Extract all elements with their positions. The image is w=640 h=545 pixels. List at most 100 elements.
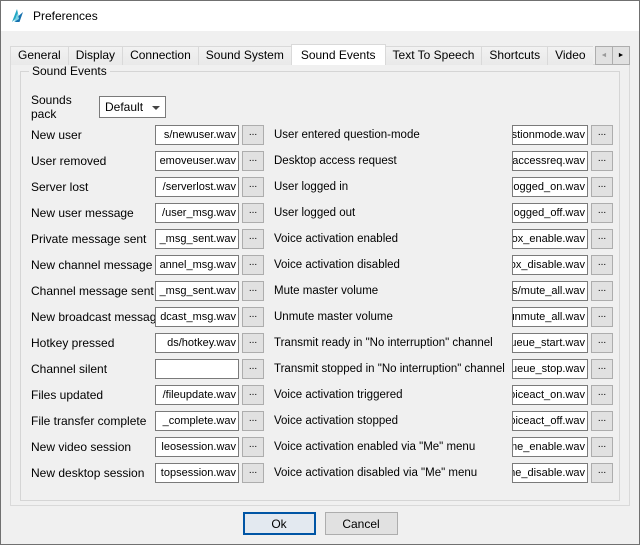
sound-event-row-voice-activation-enabled: Voice activation enabledox_enable.wav... bbox=[274, 226, 613, 252]
input-voice-activation-triggered[interactable]: oiceact_on.wav bbox=[512, 385, 588, 405]
tab-strip: GeneralDisplayConnectionSound SystemSoun… bbox=[10, 44, 593, 65]
input-voice-activation-disabled[interactable]: ox_disable.wav bbox=[512, 255, 588, 275]
label-user-entered-question-mode: User entered question-mode bbox=[274, 129, 512, 141]
input-unmute-master-volume[interactable]: unmute_all.wav bbox=[512, 307, 588, 327]
tab-scroll-buttons: ◄ ► bbox=[595, 46, 630, 65]
browse-button-voice-activation-disabled[interactable]: ... bbox=[591, 255, 613, 275]
tab-general[interactable]: General bbox=[10, 46, 69, 65]
sounds-pack-row: Sounds pack Default bbox=[31, 96, 609, 118]
browse-button-desktop-access-request[interactable]: ... bbox=[591, 151, 613, 171]
tab-scroll-left-icon[interactable]: ◄ bbox=[595, 46, 613, 65]
input-private-message-sent[interactable]: _msg_sent.wav bbox=[155, 229, 239, 249]
window-title: Preferences bbox=[33, 9, 98, 23]
input-server-lost[interactable]: /serverlost.wav bbox=[155, 177, 239, 197]
input-new-user-message[interactable]: /user_msg.wav bbox=[155, 203, 239, 223]
browse-button-voice-activation-stopped[interactable]: ... bbox=[591, 411, 613, 431]
sounds-pack-select[interactable]: Default bbox=[99, 96, 166, 118]
tab-text-to-speech[interactable]: Text To Speech bbox=[385, 46, 483, 65]
input-user-logged-in[interactable]: logged_on.wav bbox=[512, 177, 588, 197]
label-voice-activation-disabled: Voice activation disabled bbox=[274, 259, 512, 271]
tab-scroll-right-icon[interactable]: ► bbox=[612, 46, 630, 65]
titlebar[interactable]: Preferences bbox=[1, 1, 639, 31]
input-voice-activation-disabled-via-me-menu[interactable]: me_disable.wav bbox=[512, 463, 588, 483]
tab-sound-system[interactable]: Sound System bbox=[198, 46, 292, 65]
input-files-updated[interactable]: /fileupdate.wav bbox=[155, 385, 239, 405]
browse-button-hotkey-pressed[interactable]: ... bbox=[242, 333, 264, 353]
browse-button-private-message-sent[interactable]: ... bbox=[242, 229, 264, 249]
tab-video[interactable]: Video bbox=[547, 46, 593, 65]
input-new-channel-message[interactable]: annel_msg.wav bbox=[155, 255, 239, 275]
input-voice-activation-enabled[interactable]: ox_enable.wav bbox=[512, 229, 588, 249]
sound-events-groupbox: Sound Events Sounds pack Default New use… bbox=[20, 71, 620, 501]
browse-button-channel-silent[interactable]: ... bbox=[242, 359, 264, 379]
browse-button-files-updated[interactable]: ... bbox=[242, 385, 264, 405]
input-transmit-stopped-in-no-interruption-channel[interactable]: ueue_stop.wav bbox=[512, 359, 588, 379]
browse-button-new-broadcast-message[interactable]: ... bbox=[242, 307, 264, 327]
ok-button[interactable]: Ok bbox=[243, 512, 316, 535]
cancel-button[interactable]: Cancel bbox=[325, 512, 398, 535]
input-user-logged-out[interactable]: ogged_off.wav bbox=[512, 203, 588, 223]
browse-button-voice-activation-triggered[interactable]: ... bbox=[591, 385, 613, 405]
browse-button-user-removed[interactable]: ... bbox=[242, 151, 264, 171]
input-mute-master-volume[interactable]: s/mute_all.wav bbox=[512, 281, 588, 301]
browse-button-transmit-ready-in-no-interruption-channel[interactable]: ... bbox=[591, 333, 613, 353]
sound-event-row-new-video-session: New video sessionleosession.wav... bbox=[31, 434, 264, 460]
browse-button-new-desktop-session[interactable]: ... bbox=[242, 463, 264, 483]
input-desktop-access-request[interactable]: accessreq.wav bbox=[512, 151, 588, 171]
footer-buttons: Ok Cancel bbox=[1, 512, 639, 536]
browse-button-transmit-stopped-in-no-interruption-channel[interactable]: ... bbox=[591, 359, 613, 379]
label-mute-master-volume: Mute master volume bbox=[274, 285, 512, 297]
input-channel-silent[interactable] bbox=[155, 359, 239, 379]
label-new-user-message: New user message bbox=[31, 206, 155, 220]
browse-button-new-user-message[interactable]: ... bbox=[242, 203, 264, 223]
label-voice-activation-enabled: Voice activation enabled bbox=[274, 233, 512, 245]
label-new-channel-message: New channel message bbox=[31, 258, 155, 272]
label-voice-activation-stopped: Voice activation stopped bbox=[274, 415, 512, 427]
input-file-transfer-complete[interactable]: _complete.wav bbox=[155, 411, 239, 431]
browse-button-user-logged-out[interactable]: ... bbox=[591, 203, 613, 223]
browse-button-new-video-session[interactable]: ... bbox=[242, 437, 264, 457]
preferences-window: Preferences GeneralDisplayConnectionSoun… bbox=[0, 0, 640, 545]
label-user-logged-in: User logged in bbox=[274, 181, 512, 193]
input-transmit-ready-in-no-interruption-channel[interactable]: ueue_start.wav bbox=[512, 333, 588, 353]
label-desktop-access-request: Desktop access request bbox=[274, 155, 512, 167]
input-hotkey-pressed[interactable]: ds/hotkey.wav bbox=[155, 333, 239, 353]
browse-button-server-lost[interactable]: ... bbox=[242, 177, 264, 197]
browse-button-voice-activation-disabled-via-me-menu[interactable]: ... bbox=[591, 463, 613, 483]
sound-event-row-private-message-sent: Private message sent_msg_sent.wav... bbox=[31, 226, 264, 252]
sound-event-row-new-desktop-session: New desktop sessiontopsession.wav... bbox=[31, 460, 264, 486]
input-new-video-session[interactable]: leosession.wav bbox=[155, 437, 239, 457]
combo-dropdown-icon bbox=[152, 106, 160, 110]
input-new-desktop-session[interactable]: topsession.wav bbox=[155, 463, 239, 483]
sound-event-row-user-entered-question-mode: User entered question-modestionmode.wav.… bbox=[274, 122, 613, 148]
browse-button-voice-activation-enabled[interactable]: ... bbox=[591, 229, 613, 249]
input-channel-message-sent[interactable]: _msg_sent.wav bbox=[155, 281, 239, 301]
sound-event-row-voice-activation-stopped: Voice activation stoppedoiceact_off.wav.… bbox=[274, 408, 613, 434]
browse-button-file-transfer-complete[interactable]: ... bbox=[242, 411, 264, 431]
browse-button-user-entered-question-mode[interactable]: ... bbox=[591, 125, 613, 145]
group-content: Sounds pack Default New users/newuser.wa… bbox=[21, 72, 619, 486]
browse-button-mute-master-volume[interactable]: ... bbox=[591, 281, 613, 301]
input-voice-activation-stopped[interactable]: oiceact_off.wav bbox=[512, 411, 588, 431]
tab-connection[interactable]: Connection bbox=[122, 46, 199, 65]
sound-event-row-user-removed: User removedemoveuser.wav... bbox=[31, 148, 264, 174]
browse-button-new-channel-message[interactable]: ... bbox=[242, 255, 264, 275]
tab-shortcuts[interactable]: Shortcuts bbox=[481, 46, 548, 65]
tab-sound-events[interactable]: Sound Events bbox=[291, 44, 386, 65]
sound-event-row-new-broadcast-message: New broadcast messagedcast_msg.wav... bbox=[31, 304, 264, 330]
input-user-removed[interactable]: emoveuser.wav bbox=[155, 151, 239, 171]
tab-display[interactable]: Display bbox=[68, 46, 123, 65]
input-new-user[interactable]: s/newuser.wav bbox=[155, 125, 239, 145]
browse-button-voice-activation-enabled-via-me-menu[interactable]: ... bbox=[591, 437, 613, 457]
input-new-broadcast-message[interactable]: dcast_msg.wav bbox=[155, 307, 239, 327]
browse-button-unmute-master-volume[interactable]: ... bbox=[591, 307, 613, 327]
input-voice-activation-enabled-via-me-menu[interactable]: me_enable.wav bbox=[512, 437, 588, 457]
sound-event-row-channel-silent: Channel silent... bbox=[31, 356, 264, 382]
label-new-desktop-session: New desktop session bbox=[31, 466, 155, 480]
sound-event-row-transmit-ready-in-no-interruption-channel: Transmit ready in "No interruption" chan… bbox=[274, 330, 613, 356]
browse-button-user-logged-in[interactable]: ... bbox=[591, 177, 613, 197]
browse-button-channel-message-sent[interactable]: ... bbox=[242, 281, 264, 301]
input-user-entered-question-mode[interactable]: stionmode.wav bbox=[512, 125, 588, 145]
label-transmit-ready-in-no-interruption-channel: Transmit ready in "No interruption" chan… bbox=[274, 337, 512, 349]
browse-button-new-user[interactable]: ... bbox=[242, 125, 264, 145]
